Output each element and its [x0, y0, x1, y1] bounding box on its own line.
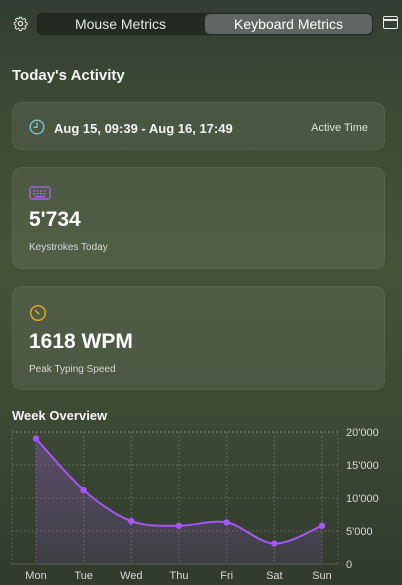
gear-icon — [13, 16, 28, 31]
window-icon[interactable] — [383, 16, 398, 29]
keystrokes-card: 5'734 Keystrokes Today — [12, 167, 385, 269]
settings-button[interactable] — [11, 14, 29, 32]
x-tick-label: Thu — [170, 570, 189, 582]
data-point — [32, 435, 40, 442]
week-overview-title: Week Overview — [12, 408, 108, 423]
data-point — [80, 486, 87, 494]
keystrokes-label: Keystrokes Today — [29, 242, 108, 253]
week-overview-chart: 0 5'000 10'000 15'000 20'000 Mon Tue Wed Thu Fri S… — [11, 427, 379, 582]
y-tick-label: 0 — [346, 559, 352, 571]
y-tick-label: 20'000 — [346, 427, 379, 439]
clock-icon — [29, 119, 45, 135]
x-tick-label: Mon — [25, 570, 46, 582]
metrics-segmented-control: Mouse Metrics Keyboard Metrics — [36, 12, 374, 36]
todays-activity-title: Today's Activity — [12, 67, 125, 84]
y-tick-label: 10'000 — [346, 493, 379, 505]
data-point — [175, 522, 183, 529]
x-tick-label: Wed — [120, 570, 142, 582]
data-point — [318, 522, 326, 529]
x-tick-label: Sat — [266, 570, 283, 582]
top-bar: Mouse Metrics Keyboard Metrics — [0, 10, 402, 38]
x-tick-label: Tue — [74, 570, 93, 582]
y-tick-label: 5'000 — [346, 526, 373, 538]
keyboard-icon — [29, 186, 51, 200]
data-point — [223, 519, 230, 526]
gauge-icon — [29, 304, 47, 322]
active-time-card: Aug 15, 09:39 - Aug 16, 17:49 Active Tim… — [12, 102, 385, 150]
tab-keyboard-metrics[interactable]: Keyboard Metrics — [205, 14, 372, 34]
keystrokes-value: 5'734 — [29, 208, 81, 231]
data-point — [128, 517, 135, 525]
active-time-range: Aug 15, 09:39 - Aug 16, 17:49 — [54, 121, 233, 136]
tab-mouse-metrics[interactable]: Mouse Metrics — [37, 13, 204, 35]
typing-speed-card: 1618 WPM Peak Typing Speed — [12, 286, 385, 390]
active-time-label: Active Time — [311, 122, 368, 134]
data-point — [271, 540, 278, 547]
y-tick-label: 15'000 — [346, 460, 379, 472]
wpm-value: 1618 WPM — [29, 330, 133, 353]
wpm-label: Peak Typing Speed — [29, 364, 116, 375]
x-tick-label: Fri — [220, 570, 233, 582]
x-tick-label: Sun — [312, 570, 332, 582]
